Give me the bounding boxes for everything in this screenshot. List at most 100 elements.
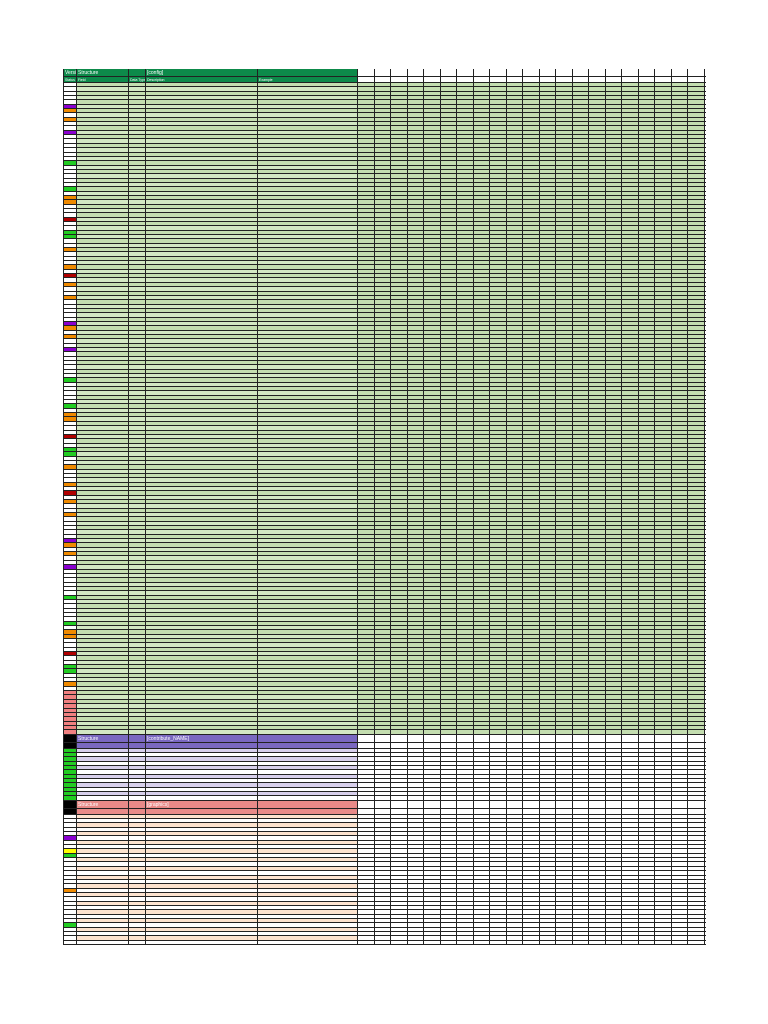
empty-cell[interactable] (374, 486, 391, 491)
status-cell[interactable] (63, 796, 77, 800)
empty-cell[interactable] (589, 673, 606, 678)
empty-cell[interactable] (589, 621, 606, 625)
empty-cell[interactable] (605, 721, 622, 725)
empty-cell[interactable] (556, 774, 573, 778)
empty-cell[interactable] (638, 356, 655, 360)
empty-cell[interactable] (490, 530, 507, 534)
empty-cell[interactable] (556, 417, 573, 421)
empty-cell[interactable] (440, 230, 457, 235)
empty-cell[interactable] (688, 647, 705, 652)
empty-cell[interactable] (572, 752, 589, 757)
empty-cell[interactable] (391, 317, 408, 321)
empty-cell[interactable] (572, 582, 589, 586)
empty-cell[interactable] (572, 875, 589, 879)
empty-cell[interactable] (407, 482, 424, 486)
empty-cell[interactable] (473, 261, 490, 265)
empty-cell[interactable] (589, 365, 606, 369)
empty-cell[interactable] (358, 774, 375, 778)
empty-cell[interactable] (407, 612, 424, 617)
data-cell[interactable] (258, 486, 358, 491)
data-cell[interactable] (146, 109, 258, 113)
empty-cell[interactable] (622, 395, 639, 400)
data-cell[interactable] (129, 182, 146, 187)
empty-cell[interactable] (655, 814, 672, 819)
empty-cell[interactable] (473, 774, 490, 778)
empty-cell[interactable] (572, 669, 589, 673)
empty-cell[interactable] (374, 148, 391, 152)
status-cell[interactable] (63, 465, 77, 469)
empty-cell[interactable] (407, 748, 424, 752)
empty-cell[interactable] (671, 69, 688, 76)
status-cell[interactable] (63, 665, 77, 669)
empty-cell[interactable] (556, 482, 573, 486)
empty-cell[interactable] (605, 660, 622, 665)
empty-cell[interactable] (539, 208, 556, 213)
empty-cell[interactable] (490, 849, 507, 853)
data-cell[interactable] (258, 161, 358, 165)
empty-cell[interactable] (605, 161, 622, 165)
empty-cell[interactable] (424, 517, 441, 521)
empty-cell[interactable] (638, 113, 655, 117)
data-cell[interactable] (146, 617, 258, 621)
data-cell[interactable] (77, 313, 129, 317)
empty-cell[interactable] (490, 139, 507, 143)
empty-cell[interactable] (457, 456, 474, 460)
empty-cell[interactable] (523, 308, 540, 313)
empty-cell[interactable] (671, 452, 688, 456)
status-cell[interactable] (63, 387, 77, 391)
empty-cell[interactable] (671, 730, 688, 734)
empty-cell[interactable] (506, 434, 523, 439)
empty-cell[interactable] (556, 800, 573, 808)
empty-cell[interactable] (490, 77, 507, 82)
empty-cell[interactable] (589, 91, 606, 96)
status-cell[interactable] (63, 599, 77, 604)
empty-cell[interactable] (407, 243, 424, 248)
data-cell[interactable] (129, 792, 146, 796)
empty-cell[interactable] (572, 757, 589, 761)
data-cell[interactable] (146, 452, 258, 456)
empty-cell[interactable] (539, 573, 556, 578)
empty-cell[interactable] (440, 361, 457, 365)
empty-cell[interactable] (589, 800, 606, 808)
status-cell[interactable] (63, 239, 77, 243)
empty-cell[interactable] (589, 465, 606, 469)
empty-cell[interactable] (622, 792, 639, 796)
data-cell[interactable] (258, 639, 358, 643)
empty-cell[interactable] (506, 356, 523, 360)
status-cell[interactable] (63, 595, 77, 599)
empty-cell[interactable] (638, 252, 655, 256)
empty-cell[interactable] (572, 691, 589, 695)
empty-cell[interactable] (506, 495, 523, 499)
empty-cell[interactable] (556, 330, 573, 334)
empty-cell[interactable] (688, 356, 705, 360)
empty-cell[interactable] (671, 278, 688, 282)
empty-cell[interactable] (539, 117, 556, 122)
empty-cell[interactable] (572, 871, 589, 875)
data-cell[interactable] (129, 104, 146, 109)
empty-cell[interactable] (589, 274, 606, 278)
empty-cell[interactable] (539, 800, 556, 808)
data-cell[interactable] (146, 604, 258, 608)
empty-cell[interactable] (655, 712, 672, 717)
data-cell[interactable] (146, 387, 258, 391)
data-cell[interactable] (77, 591, 129, 595)
empty-cell[interactable] (671, 174, 688, 178)
empty-cell[interactable] (473, 430, 490, 434)
empty-cell[interactable] (374, 83, 391, 87)
empty-cell[interactable] (424, 504, 441, 508)
empty-cell[interactable] (473, 673, 490, 678)
empty-cell[interactable] (605, 369, 622, 374)
empty-cell[interactable] (572, 660, 589, 665)
empty-cell[interactable] (638, 647, 655, 652)
empty-cell[interactable] (671, 165, 688, 169)
data-cell[interactable] (77, 879, 129, 884)
empty-cell[interactable] (473, 845, 490, 849)
status-cell[interactable] (63, 356, 77, 360)
empty-cell[interactable] (374, 678, 391, 682)
data-cell[interactable] (77, 195, 129, 200)
empty-cell[interactable] (572, 761, 589, 765)
empty-cell[interactable] (539, 643, 556, 647)
empty-cell[interactable] (391, 308, 408, 313)
empty-cell[interactable] (506, 178, 523, 182)
empty-cell[interactable] (622, 126, 639, 130)
